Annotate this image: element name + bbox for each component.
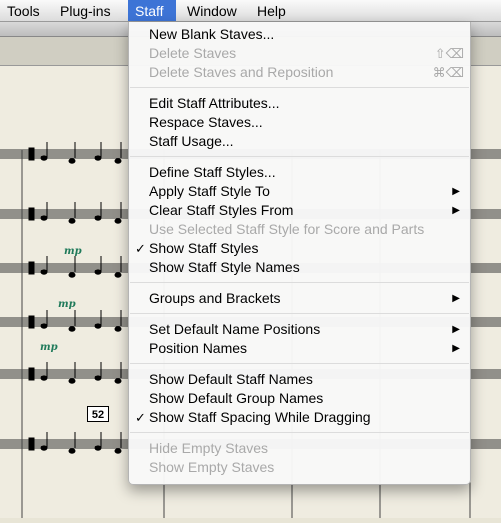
menu-item-label: Hide Empty Staves — [149, 440, 269, 456]
submenu-arrow-icon: ▶ — [452, 324, 460, 335]
menu-separator — [130, 87, 469, 88]
menu-item-label: Delete Staves — [149, 45, 237, 61]
menu-item-label: Use Selected Staff Style for Score and P… — [149, 221, 425, 237]
menu-item-hide-empty-staves: Hide Empty Staves — [129, 439, 470, 458]
menu-item-show-staff-style-names[interactable]: Show Staff Style Names — [129, 258, 470, 277]
menu-item-label: Staff Usage... — [149, 133, 234, 149]
menu-plug-ins[interactable]: Plug-ins — [53, 0, 118, 21]
menu-item-show-empty-staves: Show Empty Staves — [129, 458, 470, 477]
checkmark-icon: ✓ — [135, 241, 146, 256]
menu-help[interactable]: Help — [250, 0, 293, 21]
menu-item-label: Define Staff Styles... — [149, 164, 276, 180]
menu-item-label: Set Default Name Positions — [149, 321, 321, 337]
menu-item-label: Delete Staves and Reposition — [149, 64, 334, 80]
menu-item-label: Show Empty Staves — [149, 459, 275, 475]
submenu-arrow-icon: ▶ — [452, 343, 460, 354]
measure-number-box: 52 — [87, 406, 109, 422]
menu-bar: Tools Plug-ins Staff Window Help — [0, 0, 501, 22]
menu-item-label: Show Staff Spacing While Dragging — [149, 409, 371, 425]
menu-item-label: Respace Staves... — [149, 114, 263, 130]
menu-item-label: Edit Staff Attributes... — [149, 95, 280, 111]
menu-item-set-default-name-positions[interactable]: Set Default Name Positions ▶ — [129, 320, 470, 339]
dynamic-mark: mp — [58, 299, 76, 310]
dynamic-mark: mp — [64, 246, 82, 257]
menu-item-delete-staves: Delete Staves ⇧⌫ — [129, 44, 470, 63]
menu-item-respace-staves[interactable]: Respace Staves... — [129, 113, 470, 132]
submenu-arrow-icon: ▶ — [452, 205, 460, 216]
menu-item-label: Position Names — [149, 340, 248, 356]
menu-item-apply-staff-style-to[interactable]: Apply Staff Style To ▶ — [129, 182, 470, 201]
menu-item-label: Groups and Brackets — [149, 290, 281, 306]
menu-item-label: Show Staff Styles — [149, 240, 259, 256]
menu-item-show-default-staff-names[interactable]: Show Default Staff Names — [129, 370, 470, 389]
menu-item-clear-staff-styles-from[interactable]: Clear Staff Styles From ▶ — [129, 201, 470, 220]
menu-item-define-staff-styles[interactable]: Define Staff Styles... — [129, 163, 470, 182]
menu-item-groups-and-brackets[interactable]: Groups and Brackets ▶ — [129, 289, 470, 308]
staff-menu-dropdown: New Blank Staves... Delete Staves ⇧⌫ Delete… — [128, 22, 471, 485]
menu-item-label: Apply Staff Style To — [149, 183, 270, 199]
menu-item-label: Show Default Staff Names — [149, 371, 313, 387]
menu-item-show-default-group-names[interactable]: Show Default Group Names — [129, 389, 470, 408]
menu-item-show-staff-spacing-while-dragging[interactable]: ✓ Show Staff Spacing While Dragging — [129, 408, 470, 427]
menu-separator — [130, 363, 469, 364]
submenu-arrow-icon: ▶ — [452, 293, 460, 304]
dynamic-mark: mp — [40, 342, 58, 353]
menu-item-position-names[interactable]: Position Names ▶ — [129, 339, 470, 358]
checkmark-icon: ✓ — [135, 410, 146, 425]
menu-item-label: New Blank Staves... — [149, 26, 275, 42]
submenu-arrow-icon: ▶ — [452, 186, 460, 197]
menu-separator — [130, 432, 469, 433]
menu-item-edit-staff-attributes[interactable]: Edit Staff Attributes... — [129, 94, 470, 113]
menu-tools[interactable]: Tools — [0, 0, 47, 21]
menu-item-new-blank-staves[interactable]: New Blank Staves... — [129, 25, 470, 44]
menu-item-label: Show Staff Style Names — [149, 259, 300, 275]
menu-separator — [130, 282, 469, 283]
menu-item-use-selected-staff-style-for-score-and-parts: Use Selected Staff Style for Score and P… — [129, 220, 470, 239]
keyboard-shortcut: ⇧⌫ — [434, 46, 464, 61]
menu-separator — [130, 156, 469, 157]
menu-item-delete-staves-and-reposition: Delete Staves and Reposition ⌘⌫ — [129, 63, 470, 82]
menu-item-staff-usage[interactable]: Staff Usage... — [129, 132, 470, 151]
menu-staff[interactable]: Staff — [128, 0, 176, 21]
menu-separator — [130, 313, 469, 314]
menu-item-label: Clear Staff Styles From — [149, 202, 294, 218]
menu-item-label: Show Default Group Names — [149, 390, 324, 406]
menu-window[interactable]: Window — [180, 0, 244, 21]
menu-item-show-staff-styles[interactable]: ✓ Show Staff Styles — [129, 239, 470, 258]
keyboard-shortcut: ⌘⌫ — [432, 65, 464, 80]
